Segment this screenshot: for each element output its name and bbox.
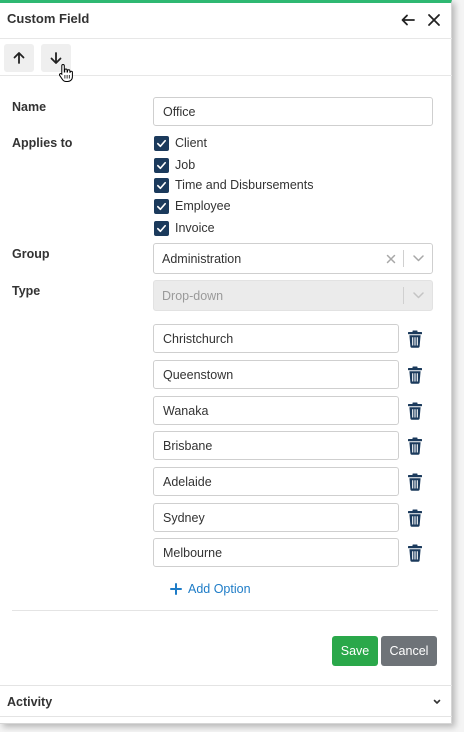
option-input[interactable]: Wanaka xyxy=(153,396,399,425)
form-divider xyxy=(12,610,438,611)
option-value: Sydney xyxy=(163,510,205,525)
type-label: Type xyxy=(12,284,41,298)
save-button[interactable]: Save xyxy=(332,636,378,666)
checkbox-employee[interactable]: Employee xyxy=(154,198,231,214)
trash-icon[interactable] xyxy=(407,509,423,527)
check-icon xyxy=(157,161,166,169)
checkbox-checked[interactable] xyxy=(154,198,169,214)
add-option-button[interactable]: Add Option xyxy=(170,581,251,597)
clear-button[interactable] xyxy=(379,254,403,264)
close-button[interactable] xyxy=(423,9,445,31)
option-input[interactable]: Melbourne xyxy=(153,538,399,567)
checkbox-label: Employee xyxy=(175,199,231,213)
option-value: Melbourne xyxy=(163,545,223,560)
trash-icon[interactable] xyxy=(407,366,423,384)
checkbox-label: Job xyxy=(175,158,196,172)
check-icon xyxy=(157,202,166,210)
option-value: Adelaide xyxy=(163,474,212,489)
option-value: Brisbane xyxy=(163,438,213,453)
type-select-value: Drop-down xyxy=(162,288,224,303)
option-value: Wanaka xyxy=(163,403,209,418)
chevron-down-icon xyxy=(433,699,441,704)
group-select-value: Administration xyxy=(162,251,242,266)
activity-section-toggle[interactable]: Activity xyxy=(0,685,452,717)
checkbox-label: Invoice xyxy=(175,221,215,235)
plus-icon xyxy=(170,583,182,595)
custom-field-panel: Custom Field Name Office Applies to Clie… xyxy=(0,0,452,724)
trash-icon[interactable] xyxy=(407,330,423,348)
check-icon xyxy=(157,181,166,189)
checkbox-job[interactable]: Job xyxy=(154,157,195,173)
checkbox-invoice[interactable]: Invoice xyxy=(154,220,215,236)
type-dropdown-toggle xyxy=(404,292,432,299)
trash-icon[interactable] xyxy=(407,437,423,455)
checkbox-checked[interactable] xyxy=(154,220,169,236)
trash-icon[interactable] xyxy=(407,544,423,562)
panel-header: Custom Field xyxy=(0,3,452,39)
trash-icon[interactable] xyxy=(407,473,423,491)
cancel-button[interactable]: Cancel xyxy=(381,636,437,666)
hand-cursor-icon xyxy=(58,63,73,82)
option-value: Queenstown xyxy=(163,367,234,382)
type-select: Drop-down xyxy=(153,280,433,311)
add-option-label: Add Option xyxy=(188,582,251,596)
name-label: Name xyxy=(12,100,47,114)
close-icon xyxy=(428,14,440,26)
group-select[interactable]: Administration xyxy=(153,243,433,274)
checkbox-label: Time and Disbursements xyxy=(175,178,314,192)
panel-title: Custom Field xyxy=(7,11,90,26)
option-input[interactable]: Sydney xyxy=(153,503,399,532)
check-icon xyxy=(157,224,166,232)
option-value: Christchurch xyxy=(163,331,234,346)
check-icon xyxy=(157,139,166,147)
arrow-left-icon xyxy=(401,14,415,26)
chevron-down-icon xyxy=(412,255,424,262)
checkbox-time-and-disbursements[interactable]: Time and Disbursements xyxy=(154,177,313,193)
group-label: Group xyxy=(12,247,50,261)
chevron-down-icon xyxy=(412,292,424,299)
checkbox-label: Client xyxy=(175,136,207,150)
option-input[interactable]: Christchurch xyxy=(153,324,399,353)
checkbox-client[interactable]: Client xyxy=(154,135,207,151)
checkbox-checked[interactable] xyxy=(154,135,169,151)
trash-icon[interactable] xyxy=(407,402,423,420)
back-button[interactable] xyxy=(397,9,419,31)
move-up-button[interactable] xyxy=(4,44,34,72)
option-input[interactable]: Adelaide xyxy=(153,467,399,496)
option-input[interactable]: Queenstown xyxy=(153,360,399,389)
arrow-up-icon xyxy=(13,52,25,64)
activity-label: Activity xyxy=(7,695,53,709)
applies-to-label: Applies to xyxy=(12,136,73,150)
option-input[interactable]: Brisbane xyxy=(153,431,399,460)
name-input[interactable]: Office xyxy=(153,97,433,126)
group-dropdown-toggle[interactable] xyxy=(404,255,432,262)
checkbox-checked[interactable] xyxy=(154,157,169,173)
name-input-value: Office xyxy=(163,104,196,119)
checkbox-checked[interactable] xyxy=(154,177,169,193)
clear-icon xyxy=(386,254,396,263)
